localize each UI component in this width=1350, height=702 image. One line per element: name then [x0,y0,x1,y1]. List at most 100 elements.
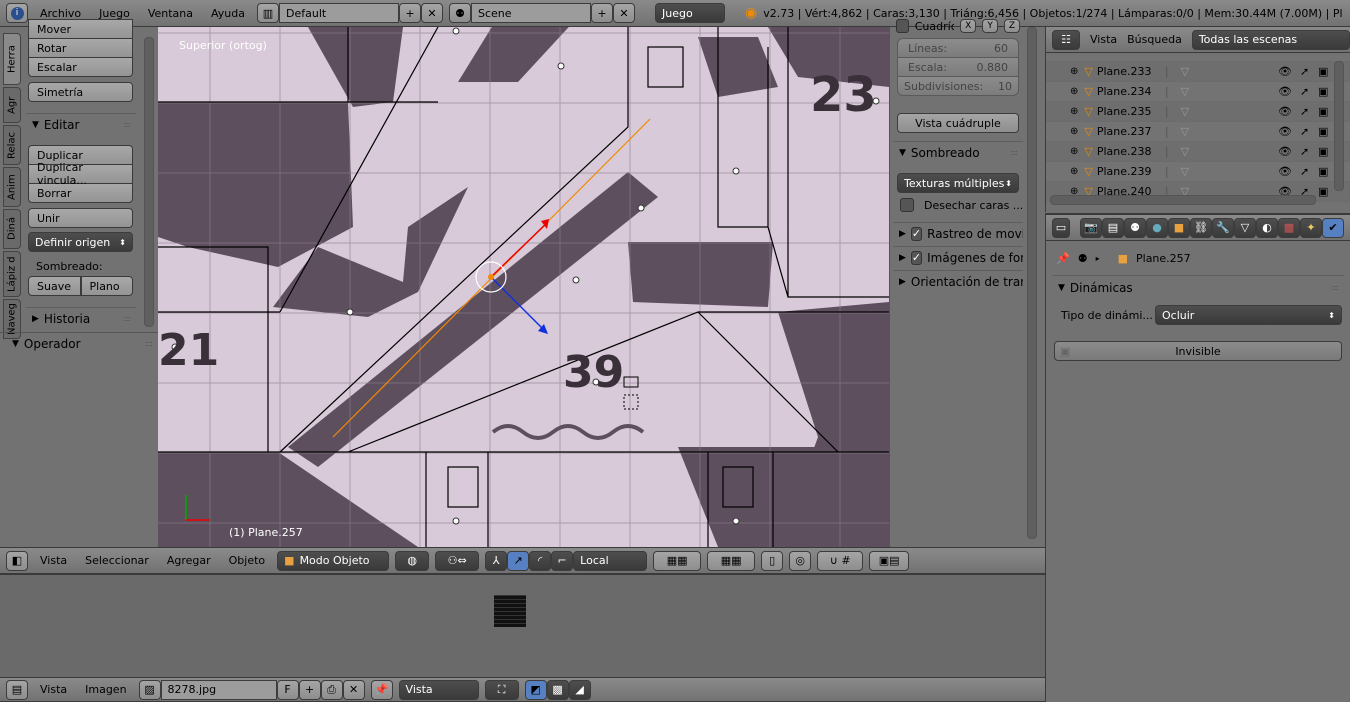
tab-dina[interactable]: Diná [3,209,21,249]
background-images-section[interactable]: ▶ ✓ Imágenes de fon [893,246,1023,268]
pin-icon[interactable]: 📌 [1056,252,1070,265]
visibility-eye-icon[interactable]: 👁 [1278,85,1292,98]
outliner-scrollbar[interactable] [1334,61,1344,191]
outliner-h-scrollbar[interactable] [1050,195,1316,205]
menu-agregar[interactable]: Agregar [161,554,217,567]
selectable-cursor-icon[interactable]: ➚ [1300,125,1309,138]
tab-anim[interactable]: Anim [3,167,21,207]
history-section-header[interactable]: ▶ Historia:::: [26,307,136,329]
add-layout-button[interactable]: + [399,3,421,23]
object-tab-icon[interactable]: ■ [1168,217,1190,238]
object-name[interactable]: Plane.233 [1097,65,1165,78]
menu-ventana[interactable]: Ventana [142,7,199,20]
rotate-manipulator-icon[interactable]: ◜ [529,550,552,571]
set-origin-dropdown[interactable]: Definir origen ⬍ [28,232,133,252]
orientation-dropdown[interactable]: Local [573,550,648,571]
selectable-cursor-icon[interactable]: ➚ [1300,145,1309,158]
tab-lapiz[interactable]: Lápiz d [3,251,21,297]
renderable-camera-icon[interactable]: ▣ [1318,105,1328,118]
add-scene-button[interactable]: + [591,3,613,23]
remove-scene-button[interactable]: ✕ [613,3,635,23]
viewport-shading-button[interactable]: ◍ [395,550,430,571]
expand-plus-icon[interactable]: ⊕ [1070,126,1078,137]
selectable-cursor-icon[interactable]: ➚ [1300,165,1309,178]
outliner-item[interactable]: ⊕ ▽ Plane.233 | ▽ 👁 ➚ ▣ [1046,62,1350,82]
n-panel-scrollbar[interactable] [1027,27,1037,539]
quad-view-button[interactable]: Vista cuádruple [897,113,1019,133]
physics-type-dropdown[interactable]: Ocluir ⬍ [1155,305,1342,325]
image-editor-area[interactable] [0,574,1045,677]
scene-field[interactable]: Scene [471,3,591,23]
outliner-item[interactable]: ⊕ ▽ Plane.239 | ▽ 👁 ➚ ▣ [1046,162,1350,182]
viewport-shading-dropdown[interactable]: Texturas múltiples ⬍ [897,173,1019,193]
axis-z-toggle[interactable]: Z [1003,19,1020,33]
layout-icon[interactable]: ▥ [257,3,279,23]
display-mode-dropdown[interactable]: Todas las escenas [1191,29,1350,50]
menu-vista[interactable]: Vista [34,554,73,567]
outliner-item[interactable]: ⊕ ▽ Plane.234 | ▽ 👁 ➚ ▣ [1046,82,1350,102]
invisible-toggle[interactable]: ▣ Invisible [1054,341,1342,361]
image-mode-dropdown[interactable]: Vista [398,679,479,700]
selectable-cursor-icon[interactable]: ➚ [1300,105,1309,118]
editor-type-outliner-button[interactable]: ☷ [1052,29,1080,50]
image-name-field[interactable]: 8278.jpg [160,679,277,700]
manipulator-toggle-icon[interactable]: ⅄ [485,550,508,571]
translate-manipulator-icon[interactable]: ↗ [507,550,530,571]
outliner-item[interactable]: ⊕ ▽ Plane.235 | ▽ 👁 ➚ ▣ [1046,102,1350,122]
remove-layout-button[interactable]: ✕ [421,3,443,23]
object-name[interactable]: Plane.235 [1097,105,1165,118]
constraints-tab-icon[interactable]: ⛓ [1190,217,1212,238]
checkbox-checked-icon[interactable]: ✓ [910,226,923,241]
grid-scale-field[interactable]: Escala: 0.880 [897,57,1019,77]
render-opengl-icon[interactable]: ▣▤ [869,550,910,571]
editor-type-image-button[interactable]: ▤ [6,679,28,700]
visibility-eye-icon[interactable]: 👁 [1278,125,1292,138]
renderable-camera-icon[interactable]: ▣ [1318,85,1328,98]
editor-type-3d-button[interactable]: ◧ [6,550,28,571]
modifiers-tab-icon[interactable]: 🔧 [1212,217,1234,238]
move-button[interactable]: Mover [28,19,133,39]
menu-busqueda[interactable]: Búsqueda [1127,33,1182,46]
texture-tab-icon[interactable]: ▩ [1278,217,1300,238]
mirror-button[interactable]: Simetría [28,82,133,102]
3d-viewport[interactable]: Superior (ortog) (1) Plane.257 23 21 39 [158,27,889,547]
scale-button[interactable]: Escalar [28,57,133,77]
expand-plus-icon[interactable]: ⊕ [1070,86,1078,97]
layers-grid-2[interactable]: ▦▦ [707,550,756,571]
visibility-eye-icon[interactable]: 👁 [1278,145,1292,158]
backface-checkbox[interactable] [900,198,914,212]
visibility-eye-icon[interactable]: 👁 [1278,105,1292,118]
editor-type-info-button[interactable]: i [6,3,28,23]
menu-vista-image[interactable]: Vista [34,683,73,696]
expand-plus-icon[interactable]: ⊕ [1070,106,1078,117]
mesh-data-tab-icon[interactable]: ▽ [1234,217,1256,238]
operator-section-header[interactable]: ▼ Operador:::: [0,332,158,354]
axis-x-toggle[interactable]: X [960,19,977,33]
renderable-camera-icon[interactable]: ▣ [1318,65,1328,78]
fake-user-button[interactable]: F [276,679,299,700]
expand-plus-icon[interactable]: ⊕ [1070,66,1078,77]
pin-icon[interactable]: 📌 [370,679,393,700]
screen-layout-field[interactable]: Default [279,3,399,23]
image-browse-icon[interactable]: ▨ [138,679,161,700]
grid-subdivisions-field[interactable]: Subdivisiones: 10 [897,76,1019,96]
outliner-item[interactable]: ⊕ ▽ Plane.237 | ▽ 👁 ➚ ▣ [1046,122,1350,142]
pivot-point-button[interactable]: ⚇⇔ [435,550,480,571]
menu-vista-outliner[interactable]: Vista [1090,33,1117,46]
duplicate-linked-button[interactable]: Duplicar vincula... [28,161,133,187]
render-engine-dropdown[interactable]: Juego [655,3,725,23]
menu-objeto[interactable]: Objeto [223,554,272,567]
shading-section-header[interactable]: ▼ Sombreado:::: [893,141,1023,163]
alpha-icon[interactable]: ▩ [546,679,569,700]
grid-checkbox[interactable] [896,19,909,33]
particles-tab-icon[interactable]: ✦ [1300,217,1322,238]
new-image-button[interactable]: + [298,679,321,700]
object-name[interactable]: Plane.239 [1097,165,1165,178]
object-name[interactable]: Plane.237 [1097,125,1165,138]
mode-dropdown[interactable]: ■ Modo Objeto [277,550,390,571]
motion-tracking-section[interactable]: ▶ ✓ Rastreo de movi [893,222,1023,244]
flat-button[interactable]: Plano [80,276,133,296]
open-image-icon[interactable]: ⎙ [320,679,343,700]
smooth-button[interactable]: Suave [28,276,81,296]
physics-tab-icon[interactable]: ✔ [1322,217,1344,238]
